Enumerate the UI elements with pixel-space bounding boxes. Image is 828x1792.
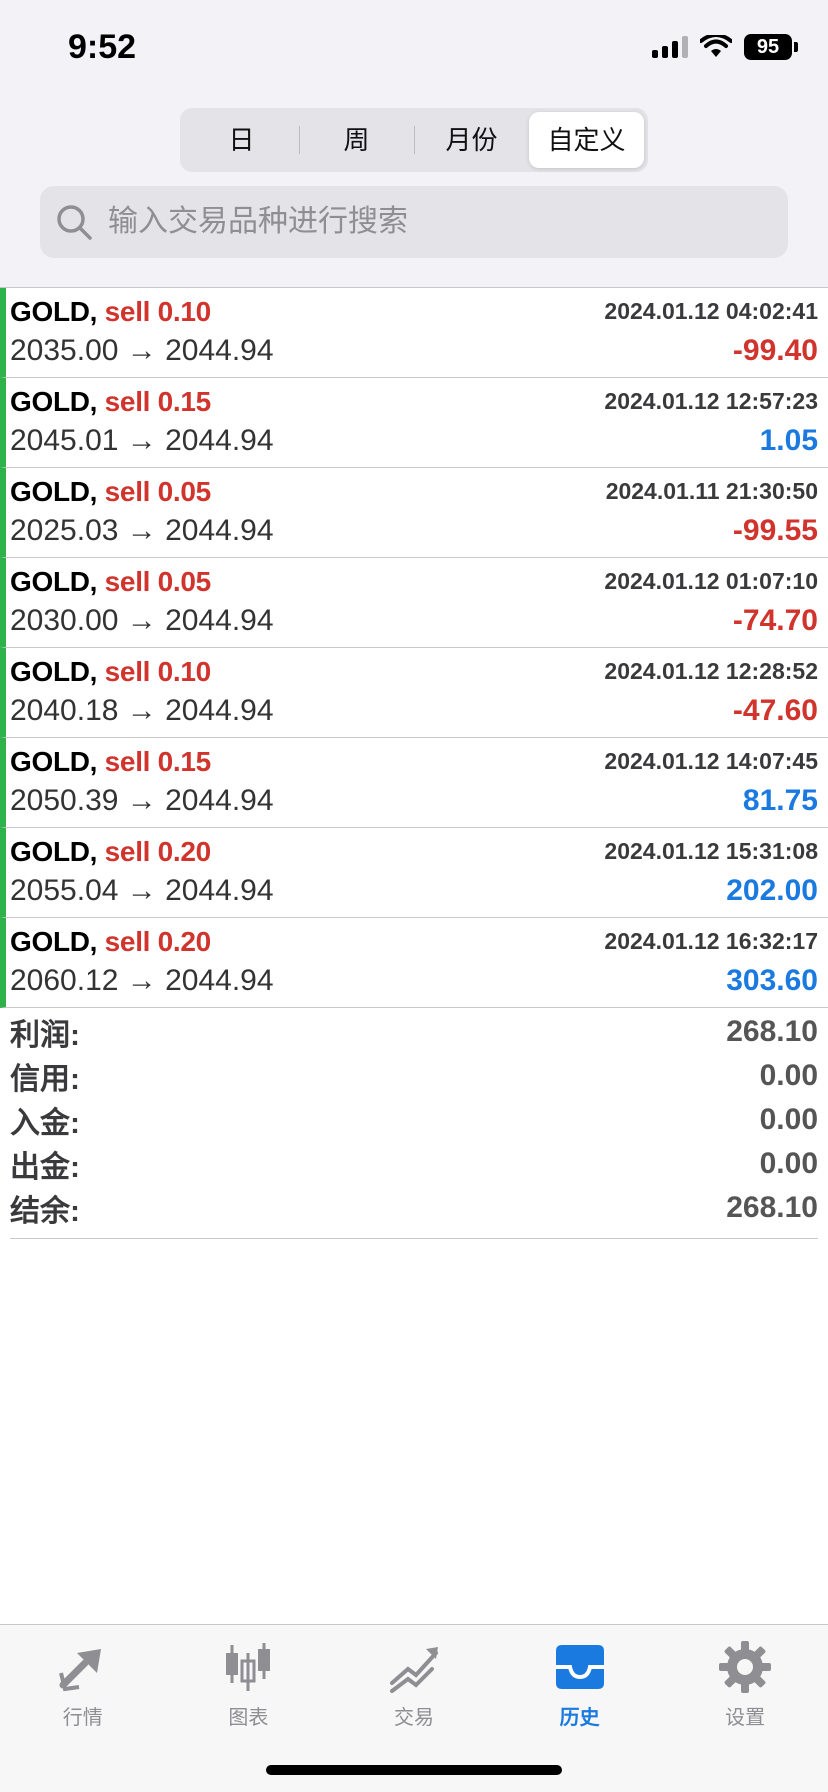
segment-custom[interactable]: 自定义 bbox=[529, 112, 644, 168]
status-icons: 95 bbox=[652, 34, 798, 60]
trade-symbol: GOLD, bbox=[10, 476, 98, 507]
summary-label: 出金: bbox=[10, 1151, 80, 1184]
trade-time: 2024.01.12 16:32:17 bbox=[604, 928, 818, 954]
summary-label: 信用: bbox=[10, 1063, 80, 1096]
trade-prices: 2050.39 → 2044.94 bbox=[10, 784, 274, 817]
tab-quotes[interactable]: 行情 bbox=[0, 1639, 166, 1735]
trade-time: 2024.01.12 14:07:45 bbox=[604, 748, 818, 774]
battery-icon: 95 bbox=[744, 34, 798, 60]
trade-prices: 2035.00 → 2044.94 bbox=[10, 334, 274, 367]
tab-bar: 行情 图表 交易 历史 设置 bbox=[0, 1624, 828, 1792]
trade-row[interactable]: GOLD, sell 0.20 2024.01.12 15:31:08 2055… bbox=[0, 828, 828, 918]
trade-icon bbox=[389, 1647, 438, 1693]
trade-side: sell 0.05 bbox=[104, 476, 212, 507]
trade-symbol: GOLD, bbox=[10, 656, 98, 687]
trade-profit: -99.40 bbox=[732, 334, 818, 367]
trade-prices: 2040.18 → 2044.94 bbox=[10, 694, 274, 727]
wifi-icon bbox=[700, 35, 732, 57]
trade-side: sell 0.10 bbox=[104, 656, 212, 687]
trade-side: sell 0.05 bbox=[104, 566, 212, 597]
summary-value: 0.00 bbox=[759, 1059, 818, 1092]
account-summary: 利润: 268.10 信用: 0.00 入金: 0.00 出金: 0.00 结余… bbox=[10, 1010, 818, 1239]
summary-label: 入金: bbox=[10, 1107, 80, 1140]
tab-label: 设置 bbox=[725, 1707, 766, 1729]
segment-day[interactable]: 日 bbox=[184, 112, 299, 168]
trade-time: 2024.01.11 21:30:50 bbox=[605, 478, 818, 504]
quotes-icon bbox=[58, 1649, 101, 1692]
chart-icon bbox=[226, 1643, 271, 1691]
settings-icon bbox=[719, 1641, 772, 1693]
trade-symbol: GOLD, bbox=[10, 386, 98, 417]
trade-side: sell 0.10 bbox=[104, 296, 212, 327]
trade-side: sell 0.20 bbox=[104, 836, 212, 867]
summary-label: 结余: bbox=[10, 1195, 80, 1228]
summary-value: 0.00 bbox=[759, 1103, 818, 1136]
trade-profit: -99.55 bbox=[732, 514, 818, 547]
segment-week[interactable]: 周 bbox=[299, 112, 414, 168]
trade-profit: 303.60 bbox=[726, 964, 818, 997]
trade-row[interactable]: GOLD, sell 0.05 2024.01.11 21:30:50 2025… bbox=[0, 468, 828, 558]
trade-side: sell 0.15 bbox=[104, 386, 212, 417]
trade-symbol: GOLD, bbox=[10, 296, 98, 327]
summary-value: 268.10 bbox=[726, 1015, 818, 1048]
home-indicator[interactable] bbox=[266, 1765, 562, 1775]
cellular-signal-icon bbox=[652, 36, 688, 58]
segment-month[interactable]: 月份 bbox=[414, 112, 529, 168]
tab-trade[interactable]: 交易 bbox=[331, 1639, 497, 1735]
period-segmented-control: 日 周 月份 自定义 bbox=[180, 108, 648, 172]
trade-symbol: GOLD, bbox=[10, 926, 98, 957]
tab-settings[interactable]: 设置 bbox=[662, 1639, 828, 1735]
trade-prices: 2045.01 → 2044.94 bbox=[10, 424, 274, 457]
trade-profit: 1.05 bbox=[759, 424, 818, 457]
trade-symbol: GOLD, bbox=[10, 836, 98, 867]
summary-value: 268.10 bbox=[726, 1191, 818, 1224]
trade-row[interactable]: GOLD, sell 0.05 2024.01.12 01:07:10 2030… bbox=[0, 558, 828, 648]
tab-label: 交易 bbox=[393, 1707, 434, 1729]
summary-row-credit: 信用: 0.00 bbox=[10, 1054, 818, 1098]
summary-row-withdrawal: 出金: 0.00 bbox=[10, 1142, 818, 1186]
trade-row[interactable]: GOLD, sell 0.10 2024.01.12 04:02:41 2035… bbox=[0, 288, 828, 378]
trade-time: 2024.01.12 12:57:23 bbox=[604, 388, 818, 414]
tab-label: 图表 bbox=[228, 1707, 269, 1729]
search-input[interactable] bbox=[108, 205, 788, 239]
trade-time: 2024.01.12 15:31:08 bbox=[604, 838, 818, 864]
summary-row-deposit: 入金: 0.00 bbox=[10, 1098, 818, 1142]
trade-symbol: GOLD, bbox=[10, 566, 98, 597]
tab-chart[interactable]: 图表 bbox=[166, 1639, 332, 1735]
trade-side: sell 0.15 bbox=[104, 746, 212, 777]
trade-time: 2024.01.12 12:28:52 bbox=[604, 658, 818, 684]
status-bar: 9:52 95 bbox=[0, 0, 828, 100]
trade-prices: 2025.03 → 2044.94 bbox=[10, 514, 274, 547]
trade-profit: 81.75 bbox=[742, 784, 818, 817]
summary-label: 利润: bbox=[10, 1019, 80, 1052]
trade-prices: 2060.12 → 2044.94 bbox=[10, 964, 274, 997]
trade-profit: -47.60 bbox=[732, 694, 818, 727]
trades-list: GOLD, sell 0.10 2024.01.12 04:02:41 2035… bbox=[0, 288, 828, 1008]
trade-time: 2024.01.12 04:02:41 bbox=[604, 298, 818, 324]
trade-row[interactable]: GOLD, sell 0.20 2024.01.12 16:32:17 2060… bbox=[0, 918, 828, 1008]
tab-label: 行情 bbox=[62, 1707, 103, 1729]
trade-symbol: GOLD, bbox=[10, 746, 98, 777]
trade-profit: 202.00 bbox=[726, 874, 818, 907]
header: 日 周 月份 自定义 bbox=[0, 100, 828, 288]
tab-label: 历史 bbox=[559, 1707, 600, 1729]
trade-side: sell 0.20 bbox=[104, 926, 212, 957]
search-icon bbox=[57, 205, 92, 240]
trade-row[interactable]: GOLD, sell 0.15 2024.01.12 14:07:45 2050… bbox=[0, 738, 828, 828]
trade-prices: 2055.04 → 2044.94 bbox=[10, 874, 274, 907]
search-box[interactable] bbox=[40, 186, 788, 258]
trade-row[interactable]: GOLD, sell 0.10 2024.01.12 12:28:52 2040… bbox=[0, 648, 828, 738]
summary-row-profit: 利润: 268.10 bbox=[10, 1010, 818, 1054]
summary-value: 0.00 bbox=[759, 1147, 818, 1180]
summary-row-balance: 结余: 268.10 bbox=[10, 1186, 818, 1230]
trade-prices: 2030.00 → 2044.94 bbox=[10, 604, 274, 637]
trade-profit: -74.70 bbox=[732, 604, 818, 637]
history-icon bbox=[555, 1645, 604, 1689]
status-time: 9:52 bbox=[68, 28, 137, 66]
tab-history[interactable]: 历史 bbox=[497, 1639, 663, 1735]
screen: 9:52 95 日 周 月份 自定义 输入交易品种进行搜索 GOLD, sell… bbox=[0, 0, 828, 1792]
trade-row[interactable]: GOLD, sell 0.15 2024.01.12 12:57:23 2045… bbox=[0, 378, 828, 468]
trade-time: 2024.01.12 01:07:10 bbox=[604, 568, 818, 594]
